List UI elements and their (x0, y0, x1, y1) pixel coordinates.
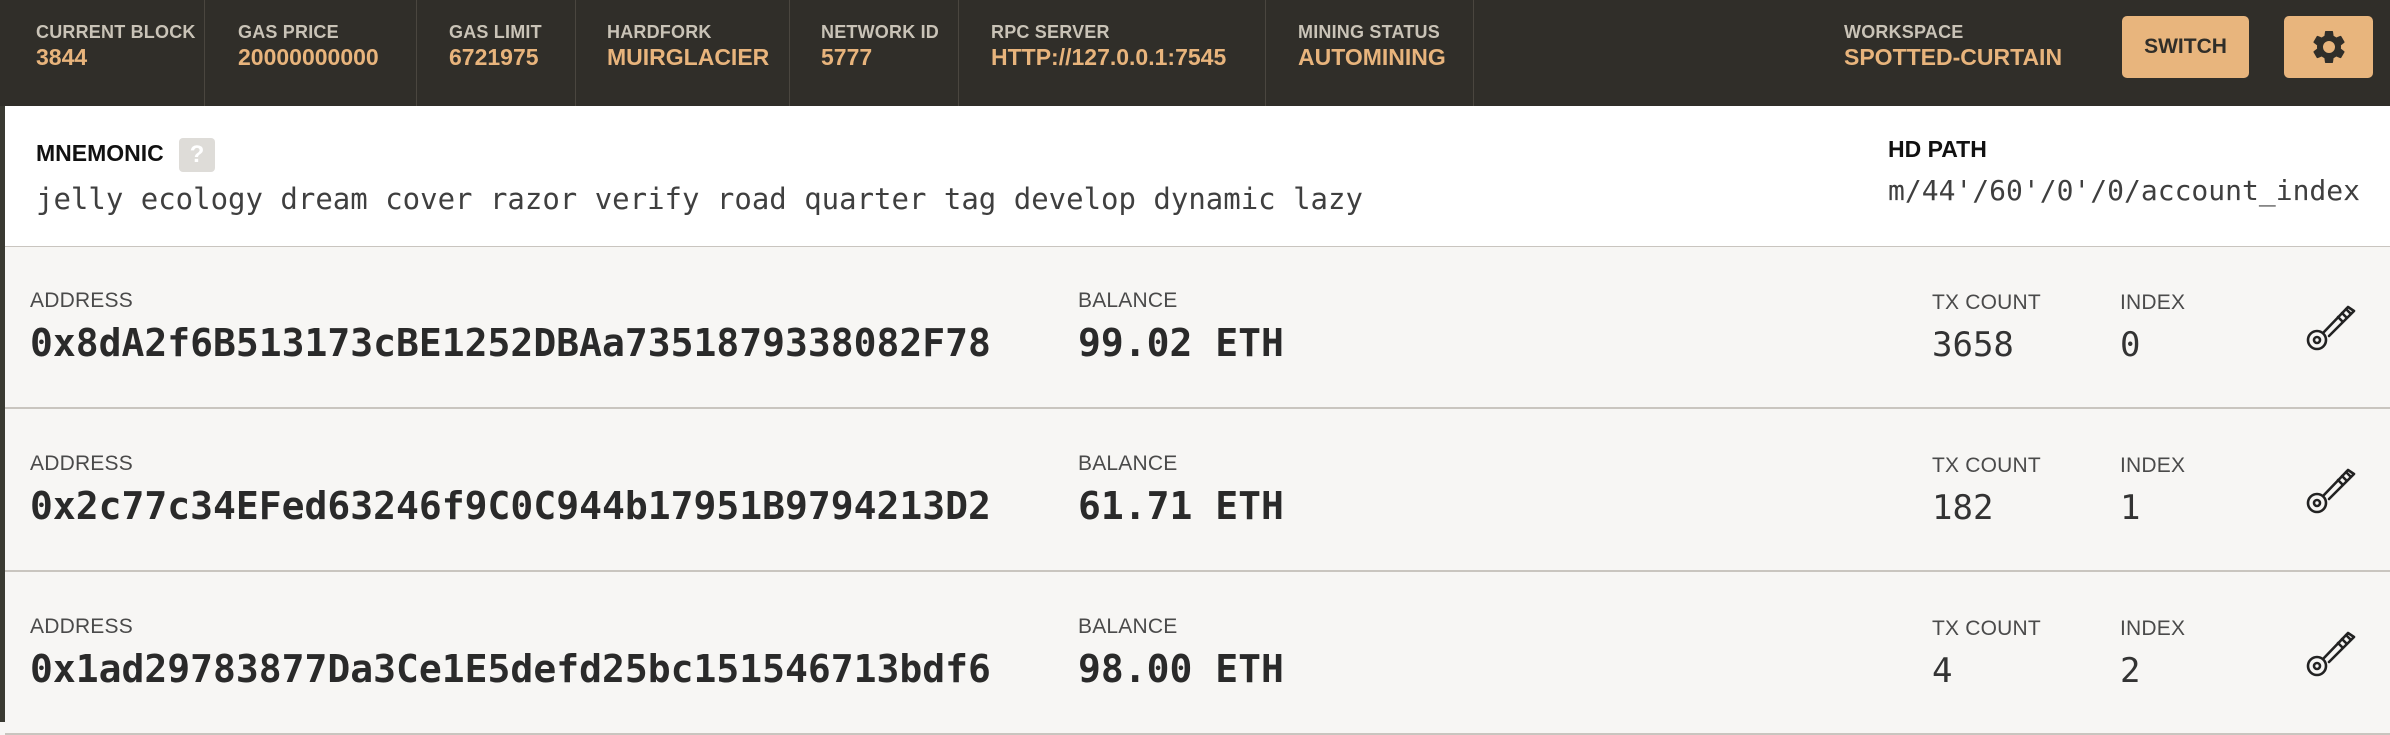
address-label: ADDRESS (30, 615, 133, 638)
workspace-label: WORKSPACE (1844, 22, 1964, 42)
account-address: 0x2c77c34EFed63246f9C0C944b17951B9794213… (30, 484, 991, 528)
mnemonic-label: MNEMONIC (36, 140, 164, 166)
tx-count-label: TX COUNT (1932, 291, 2041, 314)
stat-value: MUIRGLACIER (607, 44, 770, 70)
index-value: 1 (2120, 488, 2141, 528)
tx-count-label: TX COUNT (1932, 454, 2041, 477)
hd-path-value: m/44'/60'/0'/0/account_index (1888, 174, 2361, 207)
tx-count-value: 182 (1932, 488, 1994, 528)
account-address: 0x8dA2f6B513173cBE1252DBAa7351879338082F… (30, 321, 991, 365)
stat-value: AUTOMINING (1298, 44, 1446, 70)
stat-value: 20000000000 (238, 44, 379, 70)
stat-gas-limit: GAS LIMIT 6721975 (417, 0, 576, 106)
account-balance: 98.00 ETH (1078, 647, 1284, 691)
balance-label: BALANCE (1078, 452, 1178, 475)
help-icon[interactable]: ? (179, 138, 215, 172)
stat-label: GAS LIMIT (449, 22, 542, 42)
account-balance: 61.71 ETH (1078, 484, 1284, 528)
stat-label: HARDFORK (607, 22, 712, 42)
stat-hardfork: HARDFORK MUIRGLACIER (576, 0, 790, 106)
tx-count-label: TX COUNT (1932, 617, 2041, 640)
key-icon[interactable] (2302, 461, 2358, 517)
workspace-info: WORKSPACE SPOTTED-CURTAIN (1844, 0, 2062, 106)
mnemonic-panel: MNEMONIC ? jelly ecology dream cover raz… (5, 106, 2390, 248)
workspace-name: SPOTTED-CURTAIN (1844, 44, 2063, 70)
stat-value: HTTP://127.0.0.1:7545 (991, 44, 1227, 70)
index-value: 2 (2120, 651, 2141, 691)
mnemonic-words: jelly ecology dream cover razor verify r… (36, 182, 1363, 216)
settings-button[interactable] (2284, 16, 2373, 78)
stat-network-id: NETWORK ID 5777 (790, 0, 959, 106)
stat-label: GAS PRICE (238, 22, 339, 42)
address-label: ADDRESS (30, 289, 133, 312)
tx-count-value: 4 (1932, 651, 1953, 691)
index-value: 0 (2120, 325, 2141, 365)
stat-value: 6721975 (449, 44, 539, 70)
status-bar: CURRENT BLOCK 3844 GAS PRICE 20000000000… (0, 0, 2390, 106)
index-label: INDEX (2120, 617, 2186, 640)
stat-label: CURRENT BLOCK (36, 22, 196, 42)
address-label: ADDRESS (30, 452, 133, 475)
key-icon[interactable] (2302, 298, 2358, 354)
account-address: 0x1ad29783877Da3Ce1E5defd25bc151546713bd… (30, 647, 991, 691)
account-row[interactable]: ADDRESS 0x2c77c34EFed63246f9C0C944b17951… (5, 410, 2390, 572)
stat-mining-status: MINING STATUS AUTOMINING (1266, 0, 1474, 106)
balance-label: BALANCE (1078, 289, 1178, 312)
gear-icon (2312, 30, 2345, 63)
stat-label: NETWORK ID (821, 22, 939, 42)
stat-label: RPC SERVER (991, 22, 1110, 42)
account-balance: 99.02 ETH (1078, 321, 1284, 365)
stat-value: 5777 (821, 44, 873, 70)
switch-button[interactable]: SWITCH (2122, 16, 2249, 78)
index-label: INDEX (2120, 454, 2186, 477)
stat-gas-price: GAS PRICE 20000000000 (205, 0, 417, 106)
balance-label: BALANCE (1078, 615, 1178, 638)
stat-value: 3844 (36, 44, 88, 70)
account-row[interactable]: ADDRESS 0x1ad29783877Da3Ce1E5defd25bc151… (5, 573, 2390, 735)
stat-rpc-server: RPC SERVER HTTP://127.0.0.1:7545 (959, 0, 1266, 106)
hd-path-label: HD PATH (1888, 136, 1987, 162)
stat-label: MINING STATUS (1298, 22, 1440, 42)
tx-count-value: 3658 (1932, 325, 2014, 365)
stat-current-block: CURRENT BLOCK 3844 (0, 0, 205, 106)
key-icon[interactable] (2302, 624, 2358, 680)
index-label: INDEX (2120, 291, 2186, 314)
account-row[interactable]: ADDRESS 0x8dA2f6B513173cBE1252DBAa735187… (5, 247, 2390, 409)
